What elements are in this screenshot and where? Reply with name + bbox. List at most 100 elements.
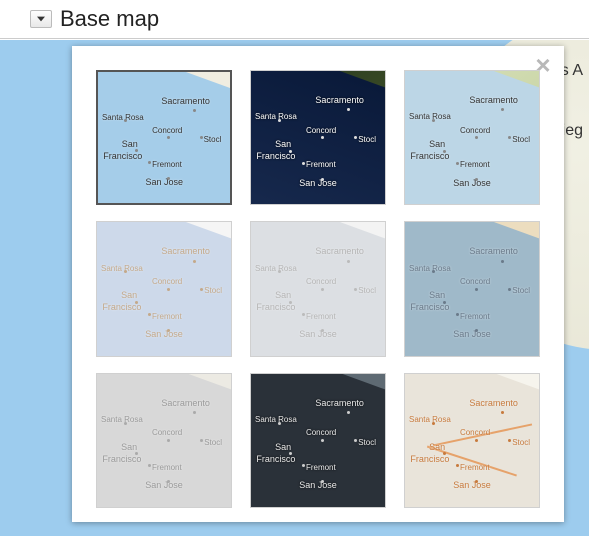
dot-concord: [321, 439, 324, 442]
label-fremont: Fremont: [460, 160, 490, 169]
dot-santa-rosa: [432, 119, 435, 122]
label-concord: Concord: [152, 126, 182, 135]
base-map-grid: Sacramento Santa Rosa Concord Stocl San …: [96, 70, 540, 508]
label-sacramento: Sacramento: [161, 246, 210, 256]
dot-san-francisco: [135, 452, 138, 455]
map-lightblue[interactable]: Sacramento Santa Rosa Concord Stocl San …: [96, 221, 232, 356]
label-stockton: Stocl: [204, 438, 222, 447]
label-san-jose: San Jose: [299, 329, 337, 339]
label-stockton: Stocl: [204, 286, 222, 295]
dot-san-jose: [321, 178, 324, 181]
dot-stockton: [508, 288, 511, 291]
dot-fremont: [456, 162, 459, 165]
dot-fremont: [302, 313, 305, 316]
label-concord: Concord: [152, 428, 182, 437]
label-concord: Concord: [460, 277, 490, 286]
map-satellite[interactable]: Sacramento Santa Rosa Concord Stocl San …: [250, 70, 386, 205]
thumb-map: Sacramento Santa Rosa Concord Stocl San …: [251, 374, 385, 507]
label-san-jose: San Jose: [453, 329, 491, 339]
dot-san-francisco: [289, 301, 292, 304]
label-concord: Concord: [306, 428, 336, 437]
dot-san-francisco: [289, 150, 292, 153]
label-francisco: Francisco: [102, 454, 141, 464]
label-stockton: Stocl: [358, 135, 376, 144]
label-san: San: [121, 442, 137, 452]
thumb-map: Sacramento Santa Rosa Concord Stocl San …: [251, 222, 385, 355]
dot-santa-rosa: [278, 422, 281, 425]
label-fremont: Fremont: [306, 312, 336, 321]
thumb-map: Sacramento Santa Rosa Concord Stocl San …: [405, 71, 539, 204]
label-santa-rosa: Santa Rosa: [409, 415, 451, 424]
label-santa-rosa: Santa Rosa: [255, 112, 297, 121]
label-sacramento: Sacramento: [469, 246, 518, 256]
thumb-map: Sacramento Santa Rosa Concord Stocl San …: [251, 71, 385, 204]
label-santa-rosa: Santa Rosa: [101, 264, 143, 273]
dot-san-francisco: [443, 301, 446, 304]
label-san-jose: San Jose: [453, 178, 491, 188]
label-santa-rosa: Santa Rosa: [101, 415, 143, 424]
label-stockton: Stocl: [358, 438, 376, 447]
dot-san-francisco: [443, 150, 446, 153]
dot-stockton: [200, 288, 203, 291]
dot-san-jose: [167, 177, 170, 180]
dot-concord: [475, 439, 478, 442]
dot-concord: [167, 288, 170, 291]
label-san: San: [429, 442, 445, 452]
map-default[interactable]: Sacramento Santa Rosa Concord Stocl San …: [96, 70, 232, 205]
dot-concord: [321, 288, 324, 291]
dot-santa-rosa: [432, 422, 435, 425]
dot-stockton: [354, 288, 357, 291]
dot-san-jose: [321, 329, 324, 332]
map-terrain[interactable]: Sacramento Santa Rosa Concord Stocl San …: [404, 70, 540, 205]
dot-concord: [167, 439, 170, 442]
label-sacramento: Sacramento: [315, 95, 364, 105]
dot-fremont: [302, 162, 305, 165]
label-santa-rosa: Santa Rosa: [409, 264, 451, 273]
label-fremont: Fremont: [460, 463, 490, 472]
dot-san-francisco: [289, 452, 292, 455]
label-san: San: [275, 139, 291, 149]
label-concord: Concord: [460, 428, 490, 437]
label-san: San: [429, 139, 445, 149]
label-fremont: Fremont: [306, 463, 336, 472]
base-map-picker-panel: × Sacramento Santa Rosa Concord Stocl Sa…: [72, 46, 564, 522]
label-sacramento: Sacramento: [315, 246, 364, 256]
label-san: San: [122, 139, 138, 149]
label-concord: Concord: [306, 277, 336, 286]
label-stockton: Stocl: [512, 135, 530, 144]
label-san-jose: San Jose: [299, 178, 337, 188]
dot-san-jose: [167, 329, 170, 332]
dot-san-francisco: [443, 452, 446, 455]
label-fremont: Fremont: [152, 463, 182, 472]
chevron-down-icon: [37, 16, 45, 22]
dot-sacramento: [193, 109, 196, 112]
thumb-map: Sacramento Santa Rosa Concord Stocl San …: [98, 72, 230, 203]
dot-santa-rosa: [278, 119, 281, 122]
thumb-map: Sacramento Santa Rosa Concord Stocl San …: [97, 222, 231, 355]
base-map-dropdown-toggle[interactable]: [30, 10, 52, 28]
label-santa-rosa: Santa Rosa: [409, 112, 451, 121]
label-san: San: [429, 290, 445, 300]
label-fremont: Fremont: [152, 312, 182, 321]
dot-fremont: [148, 313, 151, 316]
map-muted[interactable]: Sacramento Santa Rosa Concord Stocl San …: [96, 373, 232, 508]
label-stockton: Stocl: [204, 135, 222, 144]
label-sacramento: Sacramento: [469, 95, 518, 105]
map-road[interactable]: Sacramento Santa Rosa Concord Stocl San …: [404, 373, 540, 508]
label-san-jose: San Jose: [453, 480, 491, 490]
map-lightgray[interactable]: Sacramento Santa Rosa Concord Stocl San …: [250, 221, 386, 356]
label-fremont: Fremont: [306, 160, 336, 169]
label-fremont: Fremont: [460, 312, 490, 321]
label-san: San: [121, 290, 137, 300]
label-san-jose: San Jose: [146, 177, 184, 187]
thumb-map: Sacramento Santa Rosa Concord Stocl San …: [405, 222, 539, 355]
dot-san-francisco: [135, 301, 138, 304]
label-san-jose: San Jose: [145, 480, 183, 490]
label-san: San: [275, 290, 291, 300]
label-concord: Concord: [306, 126, 336, 135]
label-concord: Concord: [152, 277, 182, 286]
map-tan[interactable]: Sacramento Santa Rosa Concord Stocl San …: [404, 221, 540, 356]
label-francisco: Francisco: [410, 454, 449, 464]
label-sacramento: Sacramento: [161, 96, 210, 106]
map-dark[interactable]: Sacramento Santa Rosa Concord Stocl San …: [250, 373, 386, 508]
